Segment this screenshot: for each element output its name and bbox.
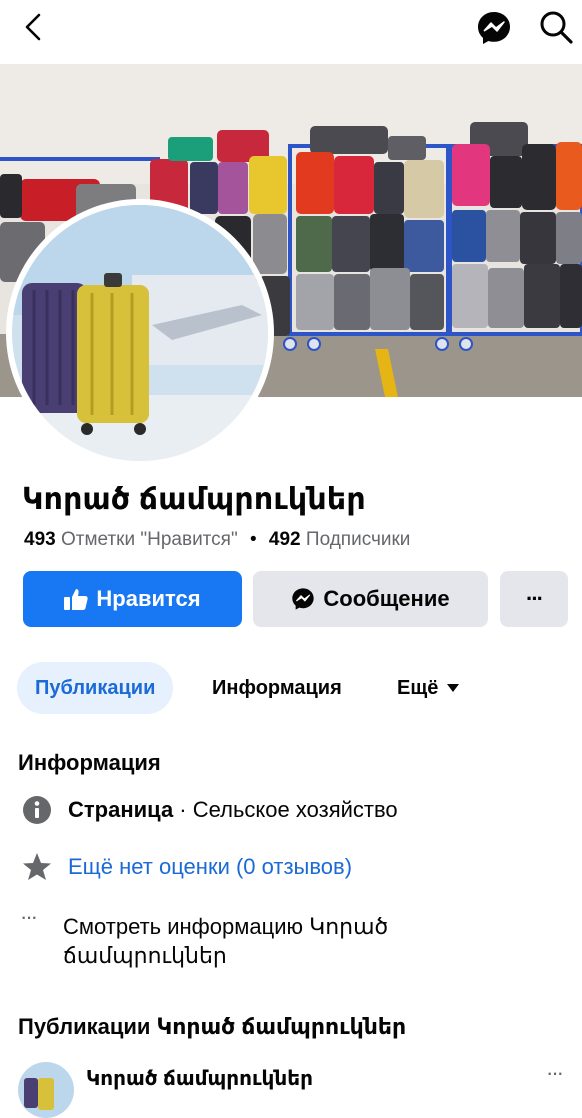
stats-separator: •	[249, 529, 257, 550]
posts-section-title: Публикации Կորած ճամպրուկներ	[18, 1014, 407, 1039]
followers-count: 492	[268, 529, 301, 550]
messenger-icon	[292, 588, 315, 610]
info-section-title: Информация	[18, 750, 161, 775]
star-icon	[23, 853, 51, 880]
likes-count: 493	[24, 529, 56, 550]
page-title: Կորած ճամպրուկներ	[22, 483, 366, 516]
more-dots-icon: ···	[526, 586, 544, 611]
caret-down-icon	[447, 684, 460, 692]
post-author-avatar[interactable]	[18, 1062, 74, 1118]
page-category: · Сельское хозяйство	[173, 797, 398, 822]
like-button[interactable]: Нравится	[23, 571, 242, 627]
like-button-label: Нравится	[96, 586, 201, 611]
rating-link[interactable]: Ещё нет оценки (0 отзывов)	[68, 854, 352, 880]
info-page-type-row: Страница · Сельское хозяйство	[0, 795, 582, 825]
tab-more-label: Ещё	[397, 676, 439, 699]
more-dots-icon: ···	[20, 904, 38, 929]
top-bar	[0, 0, 582, 64]
message-button-label: Сообщение	[323, 586, 450, 611]
post-author-name[interactable]: Կորած ճամպրուկներ	[86, 1066, 313, 1091]
search-icon[interactable]	[538, 9, 574, 45]
profile-tabs: Публикации Информация Ещё	[0, 662, 582, 714]
chevron-left-icon[interactable]	[20, 12, 50, 42]
tab-about[interactable]: Информация	[212, 662, 342, 714]
info-rating-row[interactable]: Ещё нет оценки (0 отзывов)	[0, 852, 582, 882]
info-see-more-row[interactable]: ··· Смотреть информацию Կորած ճամպրուկնե…	[0, 904, 582, 970]
see-more-line2: ճամպրուկներ	[63, 943, 227, 968]
more-actions-button[interactable]: ···	[500, 571, 568, 627]
page-type-label: Страница	[68, 797, 174, 822]
post-item: Կորած ճամպրուկներ ···	[0, 1058, 582, 1118]
messenger-icon[interactable]	[476, 10, 512, 46]
thumbs-up-icon	[64, 589, 89, 610]
post-more-icon[interactable]: ···	[546, 1060, 564, 1086]
likes-label: Отметки "Нравится"	[60, 529, 238, 550]
tab-posts[interactable]: Публикации	[17, 662, 174, 714]
profile-avatar[interactable]	[12, 205, 268, 461]
followers-label: Подписчики	[305, 529, 411, 550]
info-icon	[23, 796, 51, 824]
page-stats: 493 Отметки "Нравится" • 492 Подписчики	[24, 529, 410, 551]
message-button[interactable]: Сообщение	[253, 571, 488, 627]
see-more-line1: Смотреть информацию Կորած	[63, 914, 389, 939]
tab-more[interactable]: Ещё	[397, 662, 460, 714]
